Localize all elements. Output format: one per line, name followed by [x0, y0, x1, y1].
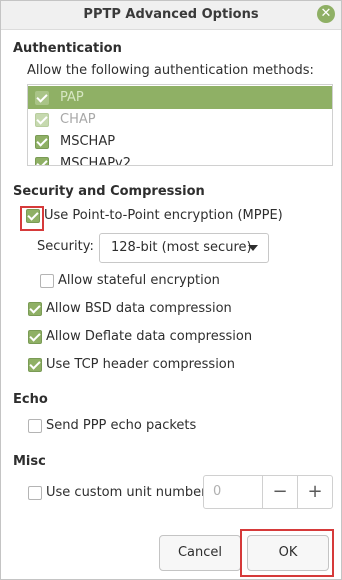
deflate-label: Allow Deflate data compression	[46, 329, 253, 344]
chap-checkbox[interactable]	[35, 113, 49, 127]
pap-checkbox[interactable]	[35, 91, 49, 105]
ok-button[interactable]: OK	[247, 535, 329, 571]
tcp-label: Use TCP header compression	[46, 357, 236, 372]
misc-heading: Misc	[13, 454, 46, 469]
auth-method-label: CHAP	[60, 112, 96, 127]
mschapv2-checkbox[interactable]	[35, 157, 49, 165]
dialog-window: PPTP Advanced Options ✕ Authentication A…	[0, 0, 342, 580]
bsd-checkbox[interactable]	[28, 302, 42, 316]
security-select-value: 128-bit (most secure)	[111, 240, 252, 255]
stateful-checkbox[interactable]	[40, 274, 54, 288]
auth-method-pap[interactable]: PAP	[28, 86, 332, 109]
security-label: Security:	[37, 239, 94, 254]
auth-methods-list: PAP CHAP MSCHAP MSCHAPv2	[27, 84, 333, 166]
echo-checkbox[interactable]	[28, 419, 42, 433]
bsd-label: Allow BSD data compression	[46, 301, 232, 316]
tcp-checkbox[interactable]	[28, 358, 42, 372]
unit-checkbox[interactable]	[28, 486, 42, 500]
close-icon[interactable]: ✕	[317, 5, 335, 23]
auth-method-chap[interactable]: CHAP	[28, 108, 332, 131]
dialog-title: PPTP Advanced Options	[83, 7, 259, 22]
deflate-checkbox[interactable]	[28, 330, 42, 344]
stateful-label: Allow stateful encryption	[58, 273, 220, 288]
auth-method-mschap[interactable]: MSCHAP	[28, 130, 332, 153]
chevron-down-icon	[248, 245, 258, 251]
auth-method-mschapv2[interactable]: MSCHAPv2	[28, 152, 332, 166]
mppe-checkbox[interactable]	[26, 209, 40, 223]
mschap-checkbox[interactable]	[35, 135, 49, 149]
auth-method-label: MSCHAP	[60, 134, 116, 149]
mppe-label: Use Point-to-Point encryption (MPPE)	[44, 208, 283, 223]
cancel-button[interactable]: Cancel	[159, 535, 241, 571]
authentication-heading: Authentication	[13, 41, 122, 56]
increment-button[interactable]: +	[297, 476, 332, 508]
title-bar: PPTP Advanced Options ✕	[1, 1, 341, 30]
security-heading: Security and Compression	[13, 184, 205, 199]
auth-method-label: PAP	[60, 90, 84, 105]
echo-heading: Echo	[13, 392, 48, 407]
decrement-button[interactable]: −	[262, 476, 297, 508]
echo-label: Send PPP echo packets	[46, 418, 197, 433]
auth-method-label: MSCHAPv2	[60, 156, 132, 166]
unit-number-stepper[interactable]: 0 − +	[203, 475, 333, 509]
security-select[interactable]: 128-bit (most secure)	[99, 233, 269, 263]
authentication-description: Allow the following authentication metho…	[27, 63, 314, 78]
unit-number-input[interactable]: 0	[213, 484, 221, 499]
unit-label: Use custom unit number:	[46, 485, 211, 500]
